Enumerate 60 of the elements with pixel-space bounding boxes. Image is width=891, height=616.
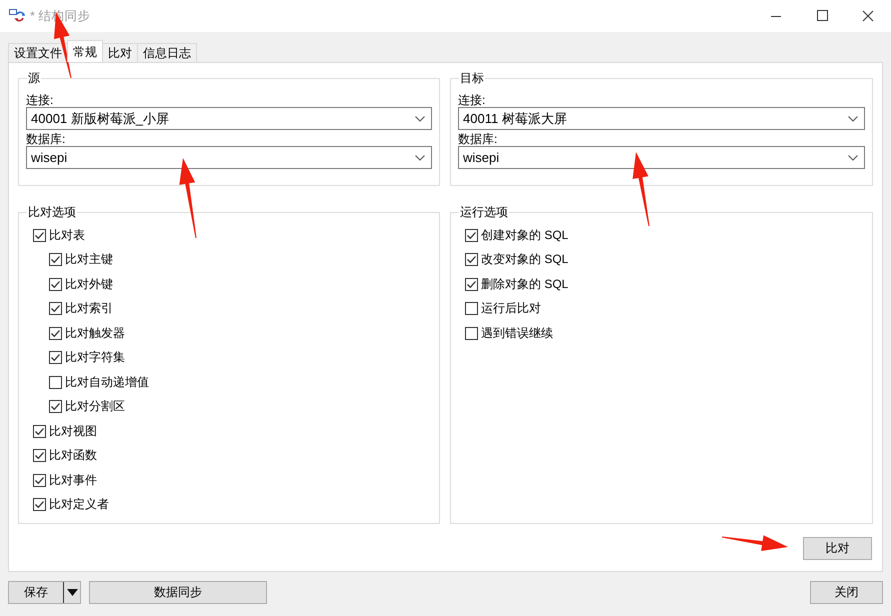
checkbox-label[interactable]: 比对主键 xyxy=(65,251,113,268)
checkbox[interactable] xyxy=(49,302,62,316)
compare-button[interactable]: 比对 xyxy=(803,537,872,560)
group-title: 目标 xyxy=(459,71,485,85)
checkbox-label[interactable]: 运行后比对 xyxy=(481,300,541,318)
dropdown-field[interactable]: wisepi xyxy=(458,146,865,169)
dropdown-field[interactable]: 40011 树莓派大屏 xyxy=(458,107,865,130)
close-button[interactable]: 关闭 xyxy=(810,581,883,604)
checkbox-label[interactable]: 比对事件 xyxy=(49,472,97,489)
checkbox[interactable] xyxy=(465,326,478,340)
checkbox[interactable] xyxy=(49,278,62,291)
checkbox[interactable] xyxy=(33,424,46,438)
data-sync-button[interactable]: 数据同步 xyxy=(89,581,267,604)
sync-icon xyxy=(9,9,25,23)
chevron-down-icon xyxy=(415,154,425,160)
checkbox[interactable] xyxy=(465,278,478,291)
tab[interactable]: 比对 xyxy=(102,43,138,62)
field-label: 连接: xyxy=(26,93,54,107)
field-label: 数据库: xyxy=(26,132,66,146)
checkbox[interactable] xyxy=(465,253,478,266)
checkbox-label[interactable]: 比对自动递增值 xyxy=(65,374,149,391)
checkbox[interactable] xyxy=(49,253,62,266)
chevron-down-icon xyxy=(848,116,858,122)
checkbox[interactable] xyxy=(49,326,62,340)
tab[interactable]: 常规 xyxy=(67,40,103,62)
checkbox-label[interactable]: 比对外键 xyxy=(65,276,113,293)
checkbox[interactable] xyxy=(33,474,46,487)
group-title: 源 xyxy=(27,71,41,85)
group-title: 运行选项 xyxy=(459,205,509,219)
checkbox-label[interactable]: 比对触发器 xyxy=(65,324,125,342)
field-label: 数据库: xyxy=(458,132,498,146)
checkbox[interactable] xyxy=(465,228,478,242)
annotation-arrow xyxy=(722,535,788,551)
tab[interactable]: 信息日志 xyxy=(137,43,197,62)
chevron-down-icon xyxy=(415,116,425,122)
checkbox-label[interactable]: 比对字符集 xyxy=(65,349,125,366)
checkbox[interactable] xyxy=(465,302,478,316)
checkbox-label[interactable]: 创建对象的 SQL xyxy=(481,226,568,244)
dropdown-field[interactable]: wisepi xyxy=(26,146,432,169)
chevron-down-icon xyxy=(848,154,858,160)
checkbox-label[interactable]: 比对索引 xyxy=(65,300,113,318)
checkbox[interactable] xyxy=(49,376,62,389)
group-title: 比对选项 xyxy=(27,205,77,219)
checkbox-label[interactable]: 遇到错误继续 xyxy=(481,324,553,342)
checkbox-label[interactable]: 比对函数 xyxy=(49,447,97,464)
checkbox-label[interactable]: 改变对象的 SQL xyxy=(481,251,568,268)
dropdown-field[interactable]: 40001 新版树莓派_小屏 xyxy=(26,107,432,130)
tab[interactable]: 设置文件 xyxy=(8,43,68,62)
checkbox[interactable] xyxy=(49,351,62,364)
checkbox[interactable] xyxy=(33,498,46,512)
checkbox-label[interactable]: 比对定义者 xyxy=(49,496,109,514)
field-label: 连接: xyxy=(458,93,486,107)
checkbox-label[interactable]: 删除对象的 SQL xyxy=(481,276,568,293)
checkbox[interactable] xyxy=(33,449,46,462)
checkbox-label[interactable]: 比对分割区 xyxy=(65,398,125,416)
checkbox[interactable] xyxy=(33,228,46,242)
dropdown-arrow-icon[interactable] xyxy=(66,589,78,596)
checkbox[interactable] xyxy=(49,400,62,414)
checkbox-label[interactable]: 比对视图 xyxy=(49,422,97,440)
checkbox-label[interactable]: 比对表 xyxy=(49,226,85,244)
